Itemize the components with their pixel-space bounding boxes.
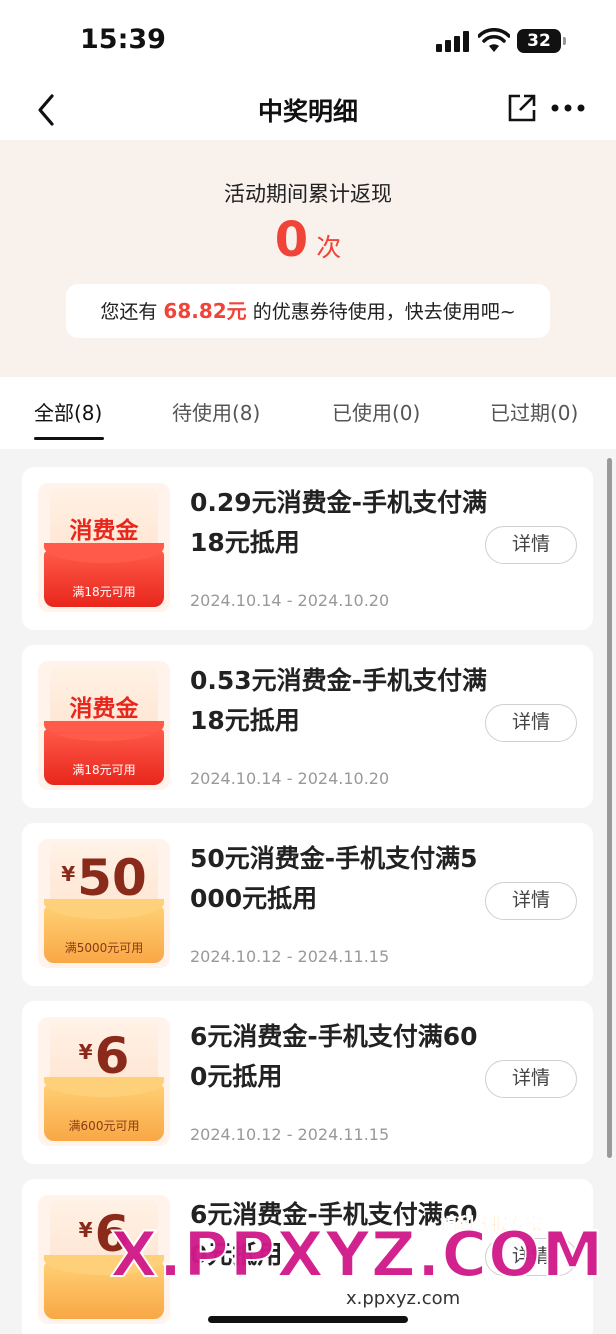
filter-tabs: 全部(8) 待使用(8) 已使用(0) 已过期(0) [0,377,616,449]
home-indicator[interactable] [208,1316,408,1323]
cashback-summary: 活动期间累计返现 0次 您还有 68.82元 的优惠券待使用，快去使用吧~ [0,140,616,377]
currency-symbol: ¥ [78,1218,93,1242]
tip-prefix: 您还有 [100,301,158,323]
cashback-count-number: 0 [274,212,309,268]
voucher-graphic: 消费金 满18元可用 [38,483,170,612]
coupon-card[interactable]: ¥50 满5000元可用 50元消费金-手机支付满5000元抵用 2024.10… [22,823,593,986]
battery-icon: 32 [517,29,566,53]
coupon-title: 50元消费金-手机支付满5000元抵用 [190,844,478,913]
coupon-list[interactable]: 消费金 满18元可用 0.29元消费金-手机支付满18元抵用 2024.10.1… [0,449,616,1334]
nav-bar: 中奖明细 [0,80,616,140]
active-tab-indicator [34,437,104,440]
coupon-validity: 2024.10.14 - 2024.10.20 [190,591,390,610]
coupon-card[interactable]: 消费金 满18元可用 0.53元消费金-手机支付满18元抵用 2024.10.1… [22,645,593,808]
voucher-badge: 消费金 [69,518,139,544]
voucher-badge: 消费金 [69,696,139,722]
detail-button[interactable]: 详情 [485,882,577,920]
coupon-title: 0.53元消费金-手机支付满18元抵用 [190,666,488,735]
currency-symbol: ¥ [78,1040,93,1064]
detail-button[interactable]: 详情 [485,526,577,564]
voucher-graphic: 消费金 满18元可用 [38,661,170,790]
detail-button[interactable]: 详情 [485,1060,577,1098]
tip-suffix: 的优惠券待使用，快去使用吧~ [252,301,516,323]
cashback-count: 0次 [0,212,616,268]
coupon-validity: 2024.10.12 - 2024.11.15 [190,1125,390,1144]
cashback-count-unit: 次 [316,233,342,262]
pending-coupon-tip[interactable]: 您还有 68.82元 的优惠券待使用，快去使用吧~ [66,284,550,338]
detail-button[interactable]: 详情 [485,704,577,742]
status-bar: 15:39 32 [0,0,616,80]
coupon-title: 6元消费金-手机支付满600元抵用 [190,1022,478,1091]
coupon-card[interactable]: 消费金 满18元可用 0.29元消费金-手机支付满18元抵用 2024.10.1… [22,467,593,630]
wifi-icon [478,28,510,52]
watermark-url: x.ppxyz.com [336,1288,471,1309]
tab-all[interactable]: 全部(8) [34,397,102,426]
coupon-title: 0.29元消费金-手机支付满18元抵用 [190,488,488,557]
voucher-condition: 满18元可用 [72,585,136,599]
summary-label: 活动期间累计返现 [224,182,392,206]
currency-symbol: ¥ [61,862,76,886]
voucher-graphic: ¥6 满600元可用 [38,1017,170,1146]
tab-unused[interactable]: 待使用(8) [172,397,260,426]
voucher-graphic: ¥50 满5000元可用 [38,839,170,968]
voucher-condition: 满600元可用 [68,1119,140,1133]
more-icon[interactable] [550,92,586,124]
voucher-condition: 满18元可用 [72,763,136,777]
signal-icon [436,30,470,52]
share-icon[interactable] [506,92,538,124]
coupon-card[interactable]: ¥6 满600元可用 6元消费金-手机支付满600元抵用 2024.10.12 … [22,1001,593,1164]
watermark-logo: X.PPXYZ.COM [109,1217,605,1292]
coupon-validity: 2024.10.14 - 2024.10.20 [190,769,390,788]
coupon-validity: 2024.10.12 - 2024.11.15 [190,947,390,966]
scrollbar[interactable] [607,458,612,1158]
tip-amount: 68.82元 [163,299,247,323]
status-time: 15:39 [80,24,166,55]
tab-expired[interactable]: 已过期(0) [490,397,578,426]
voucher-condition: 满5000元可用 [64,941,144,955]
tab-used[interactable]: 已使用(0) [332,397,420,426]
